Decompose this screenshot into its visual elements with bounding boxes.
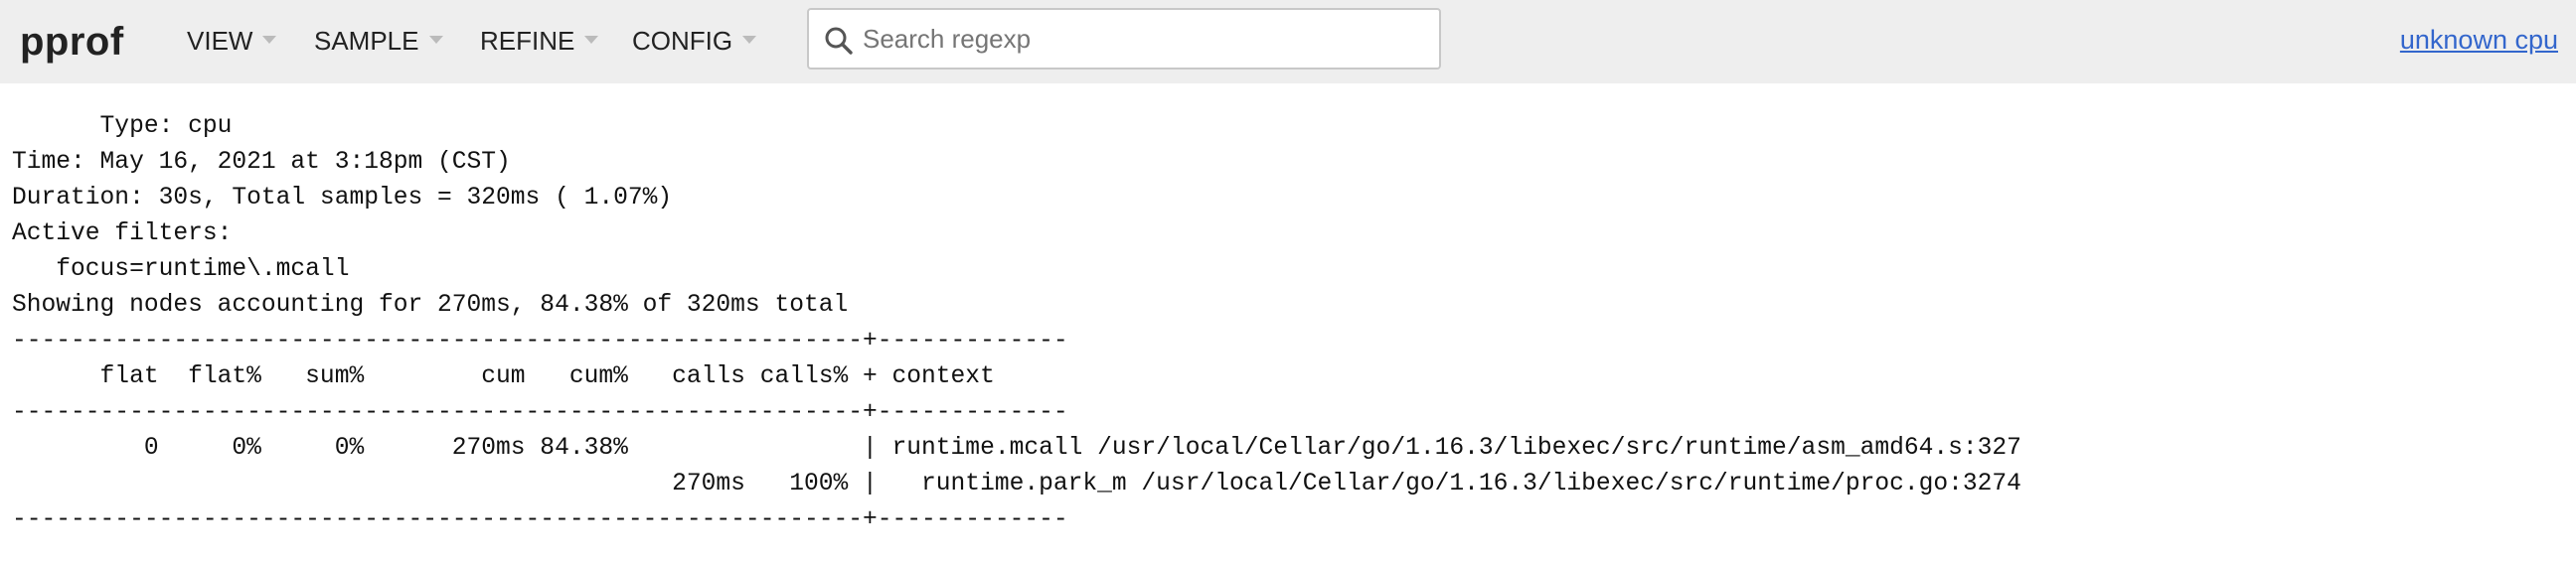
chevron-down-icon — [742, 36, 757, 44]
view-menu[interactable]: VIEW — [187, 26, 277, 56]
report-summary-line: Showing nodes accounting for 270ms, 84.3… — [12, 292, 849, 319]
refine-menu[interactable]: REFINE — [480, 26, 599, 56]
report-time-line: Time: May 16, 2021 at 3:18pm (CST) — [12, 149, 511, 176]
refine-menu-label: REFINE — [480, 26, 575, 56]
report-column-header: flat flat% sum% cum cum% calls calls% + … — [12, 363, 995, 390]
report-type-line: Type: cpu — [12, 113, 233, 140]
chevron-down-icon — [584, 36, 599, 44]
peek-report: Type: cpu Time: May 16, 2021 at 3:18pm (C… — [12, 109, 2021, 538]
report-filters-heading: Active filters: — [12, 220, 233, 247]
sample-menu[interactable]: SAMPLE — [314, 26, 443, 56]
app-logo[interactable]: pprof — [20, 18, 124, 66]
search-input[interactable] — [863, 20, 1419, 58]
report-separator: ----------------------------------------… — [12, 399, 1068, 426]
report-row: 0 0% 0% 270ms 84.38% | runtime.mcall /us… — [12, 435, 2021, 462]
config-menu[interactable]: CONFIG — [632, 26, 757, 56]
search-icon — [825, 27, 853, 55]
toolbar: pprof VIEW SAMPLE REFINE CONFIG unknown … — [0, 0, 2576, 83]
sample-menu-label: SAMPLE — [314, 26, 419, 56]
report-separator: ----------------------------------------… — [12, 506, 1068, 533]
view-menu-label: VIEW — [187, 26, 253, 56]
cpu-link[interactable]: unknown cpu — [2400, 24, 2558, 56]
report-row: 270ms 100% | runtime.park_m /usr/local/C… — [12, 471, 2021, 497]
report-filter-line: focus=runtime\.mcall — [12, 256, 350, 283]
report-separator: ----------------------------------------… — [12, 328, 1068, 354]
report-duration-line: Duration: 30s, Total samples = 320ms ( 1… — [12, 185, 673, 212]
chevron-down-icon — [262, 36, 277, 44]
chevron-down-icon — [428, 36, 443, 44]
config-menu-label: CONFIG — [632, 26, 733, 56]
search-box[interactable] — [807, 8, 1441, 70]
